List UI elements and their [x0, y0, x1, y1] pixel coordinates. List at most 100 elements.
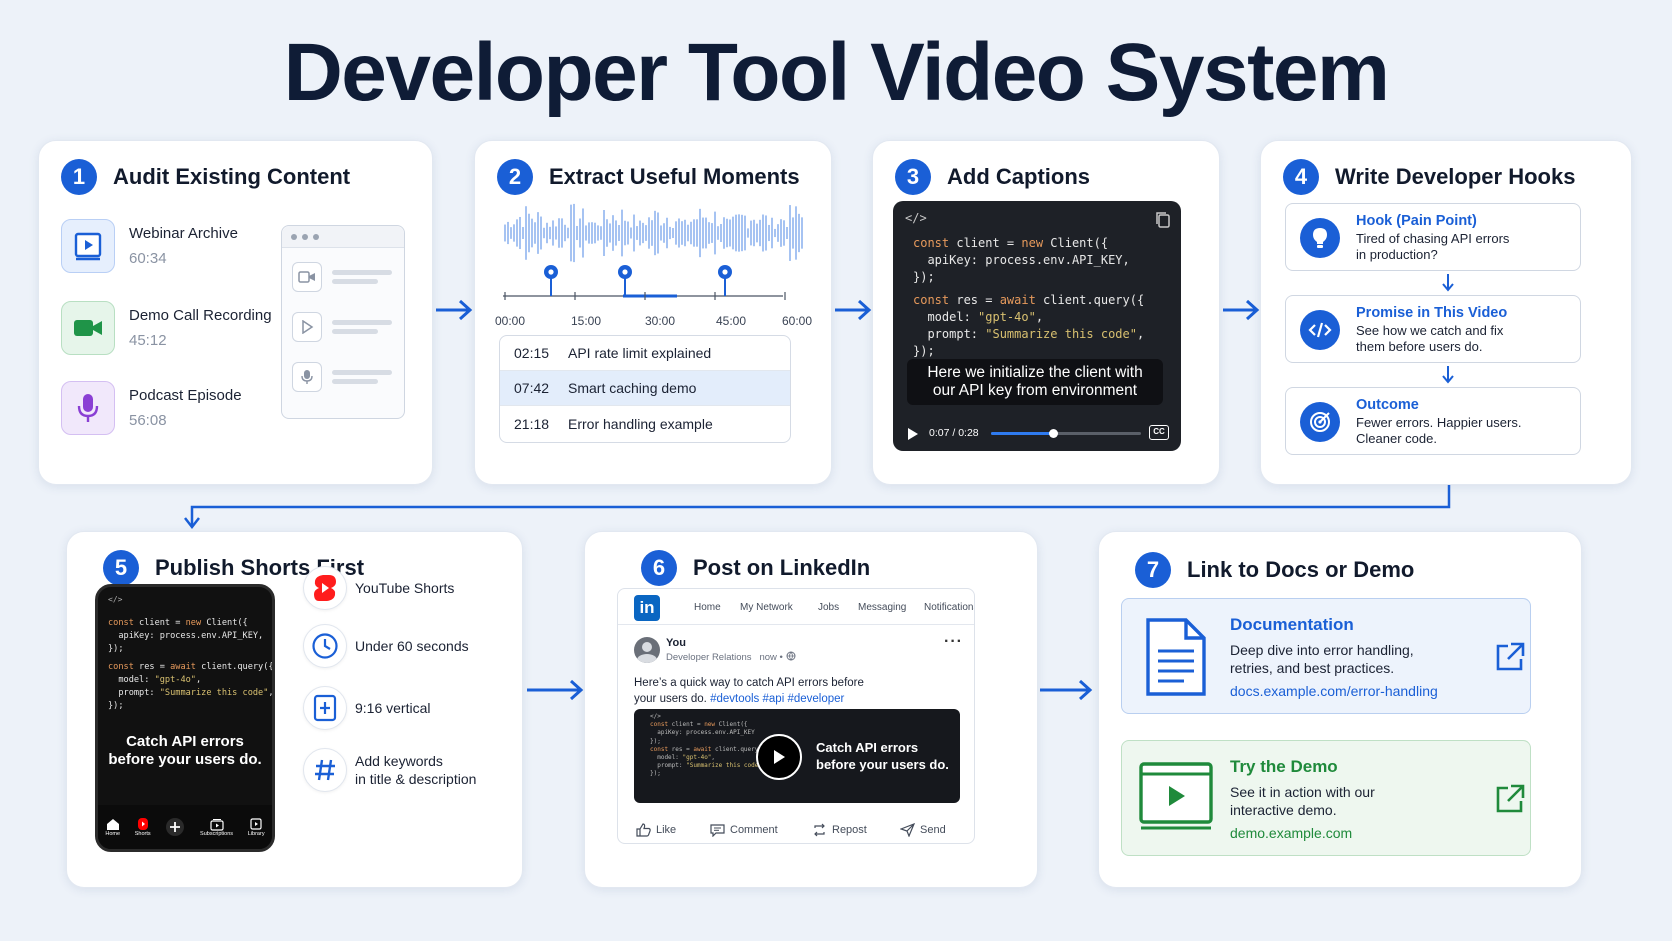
video-caption: Catch API errors before your users do. — [816, 739, 949, 773]
external-link-icon[interactable] — [1494, 783, 1526, 820]
feature-item: Add keywords in title & description — [303, 748, 476, 792]
link-description-line: See it in action with our — [1230, 784, 1375, 800]
feature-label: YouTube Shorts — [355, 580, 455, 596]
code-line: prompt: "Summarize this code", — [108, 687, 272, 700]
code-keyword: const — [108, 618, 134, 628]
code-string: "Summarize this code" — [159, 688, 269, 698]
document-icon — [1144, 617, 1208, 702]
step-card-links: 7 Link to Docs or Demo Documentation Dee… — [1098, 531, 1582, 888]
feature-line: in title & description — [355, 771, 477, 787]
nav-label: Home — [105, 830, 121, 837]
post-text-line: Here’s a quick way to catch API errors b… — [634, 677, 864, 689]
code-text: Client({ — [201, 618, 248, 628]
documentation-link-card[interactable]: Documentation Deep dive into error handl… — [1121, 598, 1531, 714]
link-title: Try the Demo — [1230, 757, 1338, 776]
send-icon — [900, 823, 915, 837]
nav-home[interactable]: Home — [105, 818, 120, 837]
nav-subscriptions[interactable]: Subscriptions — [200, 818, 233, 837]
link-description-line: Deep dive into error handling, — [1230, 642, 1414, 658]
post-author-title: Developer Relations now • — [666, 651, 796, 663]
comment-button[interactable]: Comment — [710, 823, 778, 837]
code-line: model: "gpt-4o", — [108, 674, 201, 687]
nav-shorts[interactable]: Shorts — [135, 817, 151, 837]
action-label: Repost — [832, 824, 867, 836]
link-url[interactable]: demo.example.com — [1230, 825, 1352, 841]
link-description-line: interactive demo. — [1230, 802, 1337, 818]
link-title: Documentation — [1230, 615, 1354, 634]
caption-line: Catch API errors — [816, 740, 919, 755]
arrow-right-icon — [525, 678, 585, 707]
linkedin-logo-icon[interactable]: in — [634, 595, 660, 621]
caption-line: before your users do. — [108, 751, 262, 768]
link-description: See it in action with our interactive de… — [1230, 783, 1375, 819]
code-text: model: — [108, 675, 155, 685]
post-author[interactable]: You — [666, 637, 686, 649]
code-text: , — [195, 675, 202, 685]
more-options-icon[interactable]: ··· — [944, 633, 963, 651]
code-text: client = — [133, 618, 186, 628]
nav-label: Library — [247, 830, 265, 837]
step-title: Post on LinkedIn — [693, 555, 871, 580]
plus-icon — [166, 818, 185, 836]
caption-line: Catch API errors — [126, 733, 244, 750]
code-line: const client = new Client({ — [108, 617, 248, 630]
feature-label: 9:16 vertical — [355, 700, 431, 716]
nav-item[interactable]: Messaging — [858, 602, 906, 613]
repost-button[interactable]: Repost — [812, 823, 867, 837]
nav-item[interactable]: My Network — [740, 602, 793, 613]
code-text: prompt: — [108, 688, 160, 698]
video-play-button[interactable] — [756, 734, 802, 780]
code-line: apiKey: process.env.API_KEY, — [108, 631, 264, 641]
nav-create[interactable] — [165, 817, 185, 837]
feature-label: Under 60 seconds — [355, 638, 469, 654]
youtube-shorts-icon — [303, 566, 347, 610]
post-text-line: your users do. — [634, 693, 707, 705]
nav-item[interactable]: Home — [694, 602, 721, 613]
like-button[interactable]: Like — [636, 823, 676, 837]
short-caption: Catch API errors before your users do. — [98, 733, 272, 769]
author-title: Developer Relations — [666, 652, 752, 663]
vertical-frame-icon — [303, 686, 347, 730]
demo-link-card[interactable]: Try the Demo See it in action with our i… — [1121, 740, 1531, 856]
code-line: const res = await client.query({ — [108, 661, 274, 674]
post-hashtags[interactable]: #devtools #api #developer — [710, 693, 844, 705]
youtube-shorts-icon — [137, 818, 148, 830]
code-text: client.query({ — [195, 662, 274, 672]
linkedin-window: in Home My Network Jobs Messaging Notifi… — [617, 588, 975, 844]
external-link-icon[interactable] — [1494, 641, 1526, 678]
send-button[interactable]: Send — [900, 823, 946, 837]
feature-item: 9:16 vertical — [303, 686, 430, 730]
play-icon — [774, 750, 785, 764]
action-label: Send — [920, 824, 946, 836]
post-text: Here’s a quick way to catch API errors b… — [634, 675, 864, 707]
video-code-preview: </> const client = new Client({ apiKey: … — [650, 713, 766, 778]
repost-icon — [814, 823, 825, 837]
linkedin-nav: in Home My Network Jobs Messaging Notifi… — [618, 589, 974, 625]
globe-icon — [786, 651, 796, 661]
phone-mockup: </> const client = new Client({ apiKey: … — [95, 584, 275, 852]
nav-item[interactable]: Notifications — [924, 602, 974, 613]
code-line: }); — [108, 701, 124, 711]
avatar[interactable] — [634, 637, 660, 663]
nav-item[interactable]: Jobs — [818, 602, 839, 613]
post-video[interactable]: </> const client = new Client({ apiKey: … — [634, 709, 960, 803]
thumbs-up-icon — [636, 823, 651, 837]
video-player-icon — [1138, 761, 1214, 836]
code-keyword: new — [185, 618, 202, 628]
step-card-shorts: 5 Publish Shorts First </> const client … — [66, 531, 523, 888]
step-number: 7 — [1135, 552, 1171, 588]
nav-label: Subscriptions — [200, 830, 234, 837]
code-string: "gpt-4o" — [154, 675, 196, 685]
code-keyword: await — [170, 662, 196, 672]
feature-label: Add keywords in title & description — [355, 752, 476, 788]
link-description-line: retries, and best practices. — [1230, 660, 1395, 676]
code-line: }); — [108, 644, 124, 654]
step-card-linkedin: 6 Post on LinkedIn in Home My Network Jo… — [584, 531, 1038, 888]
nav-library[interactable]: Library — [247, 817, 265, 837]
action-label: Comment — [730, 824, 778, 836]
link-url[interactable]: docs.example.com/error-handling — [1230, 683, 1438, 699]
nav-label: Shorts — [134, 831, 151, 837]
arrow-right-icon — [1038, 678, 1094, 707]
code-keyword: const — [108, 662, 134, 672]
post-meta: now • — [759, 652, 783, 663]
